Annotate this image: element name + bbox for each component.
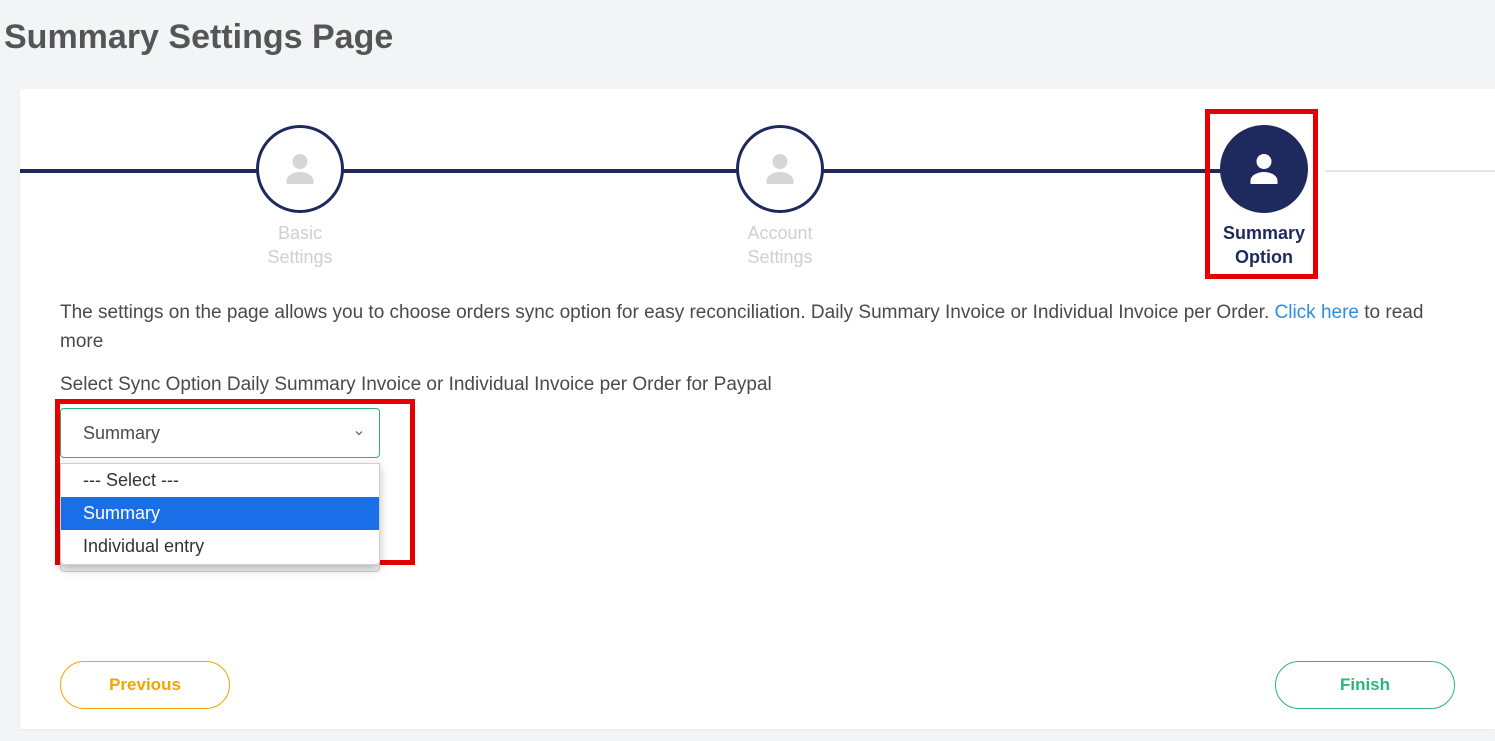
wizard-footer: Previous Finish — [20, 661, 1495, 709]
sync-option-item-summary[interactable]: Summary — [61, 497, 379, 530]
sync-option-item-select[interactable]: --- Select --- — [61, 464, 379, 497]
finish-button[interactable]: Finish — [1275, 661, 1455, 709]
step-account-settings[interactable] — [736, 125, 824, 213]
previous-button[interactable]: Previous — [60, 661, 230, 709]
sync-option-label: Select Sync Option Daily Summary Invoice… — [60, 374, 1455, 396]
stepper-remaining-line — [1325, 170, 1495, 172]
intro-text: The settings on the page allows you to c… — [60, 299, 1455, 356]
user-icon — [1246, 151, 1282, 187]
sync-option-select[interactable]: Summary — [60, 408, 380, 458]
settings-card: BasicSettings AccountSettings SummaryOpt… — [20, 89, 1495, 729]
step-label-account-settings: AccountSettings — [710, 221, 850, 270]
intro-before-link: The settings on the page allows you to c… — [60, 302, 1275, 323]
step-label-summary-option: SummaryOption — [1194, 221, 1334, 270]
chevron-down-icon — [353, 427, 365, 439]
page-title: Summary Settings Page — [0, 0, 1495, 57]
sync-option-value: Summary — [83, 423, 160, 444]
stepper: BasicSettings AccountSettings SummaryOpt… — [20, 89, 1495, 299]
sync-option-dropdown: --- Select --- Summary Individual entry — [60, 463, 380, 565]
click-here-link[interactable]: Click here — [1275, 302, 1359, 323]
user-icon — [762, 151, 798, 187]
user-icon — [282, 151, 318, 187]
sync-option-group: Summary --- Select --- Summary Individua… — [60, 408, 380, 458]
step-summary-option[interactable] — [1220, 125, 1308, 213]
sync-option-item-individual[interactable]: Individual entry — [61, 530, 379, 563]
step-basic-settings[interactable] — [256, 125, 344, 213]
step-label-basic-settings: BasicSettings — [230, 221, 370, 270]
stepper-progress-line — [20, 169, 1265, 173]
